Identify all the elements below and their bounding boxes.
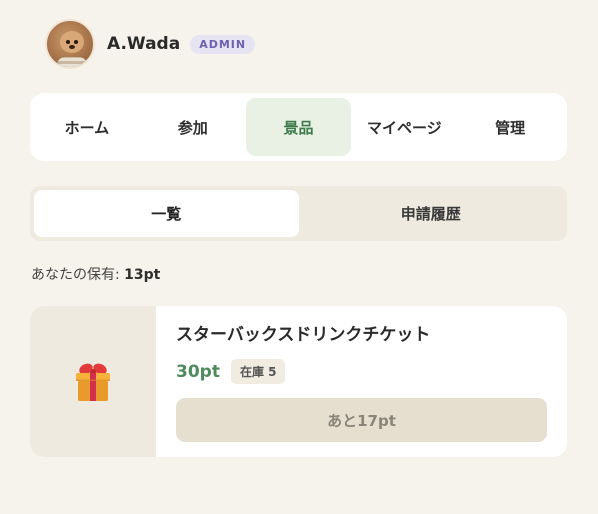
redeem-button[interactable]: あと17pt [176, 398, 547, 442]
avatar-eye-right [74, 40, 78, 44]
avatar-face [60, 31, 84, 53]
reward-subtabs: 一覧 申請履歴 [30, 186, 567, 241]
avatar-eye-left [66, 40, 70, 44]
user-header: A.Wada ADMIN [45, 19, 256, 69]
tab-request-history[interactable]: 申請履歴 [299, 190, 564, 237]
points-value: 13pt [124, 267, 161, 283]
reward-meta: 30pt 在庫 5 [176, 359, 547, 384]
reward-cost: 30pt [176, 361, 220, 382]
stock-badge: 在庫 5 [230, 359, 286, 384]
nav-item-join[interactable]: 参加 [140, 98, 246, 156]
reward-title: スターバックスドリンクチケット [176, 325, 431, 345]
role-badge: ADMIN [190, 34, 256, 54]
reward-card: スターバックスドリンクチケット 30pt 在庫 5 あと17pt [30, 306, 567, 457]
gift-icon [76, 363, 110, 401]
nav-item-home[interactable]: ホーム [34, 98, 140, 156]
reward-body: スターバックスドリンクチケット 30pt 在庫 5 あと17pt [156, 306, 567, 457]
nav-item-admin[interactable]: 管理 [457, 98, 563, 156]
points-balance: あなたの保有: 13pt [31, 264, 160, 284]
user-name: A.Wada [107, 34, 181, 54]
reward-thumbnail [30, 306, 156, 457]
main-nav: ホーム 参加 景品 マイページ 管理 [30, 93, 567, 161]
nav-item-mypage[interactable]: マイページ [351, 98, 457, 156]
points-label: あなたの保有: [31, 267, 125, 283]
tab-list[interactable]: 一覧 [34, 190, 299, 237]
nav-item-rewards[interactable]: 景品 [245, 98, 352, 156]
avatar[interactable] [45, 19, 95, 69]
avatar-nose [69, 45, 75, 49]
avatar-shirt [57, 57, 87, 67]
